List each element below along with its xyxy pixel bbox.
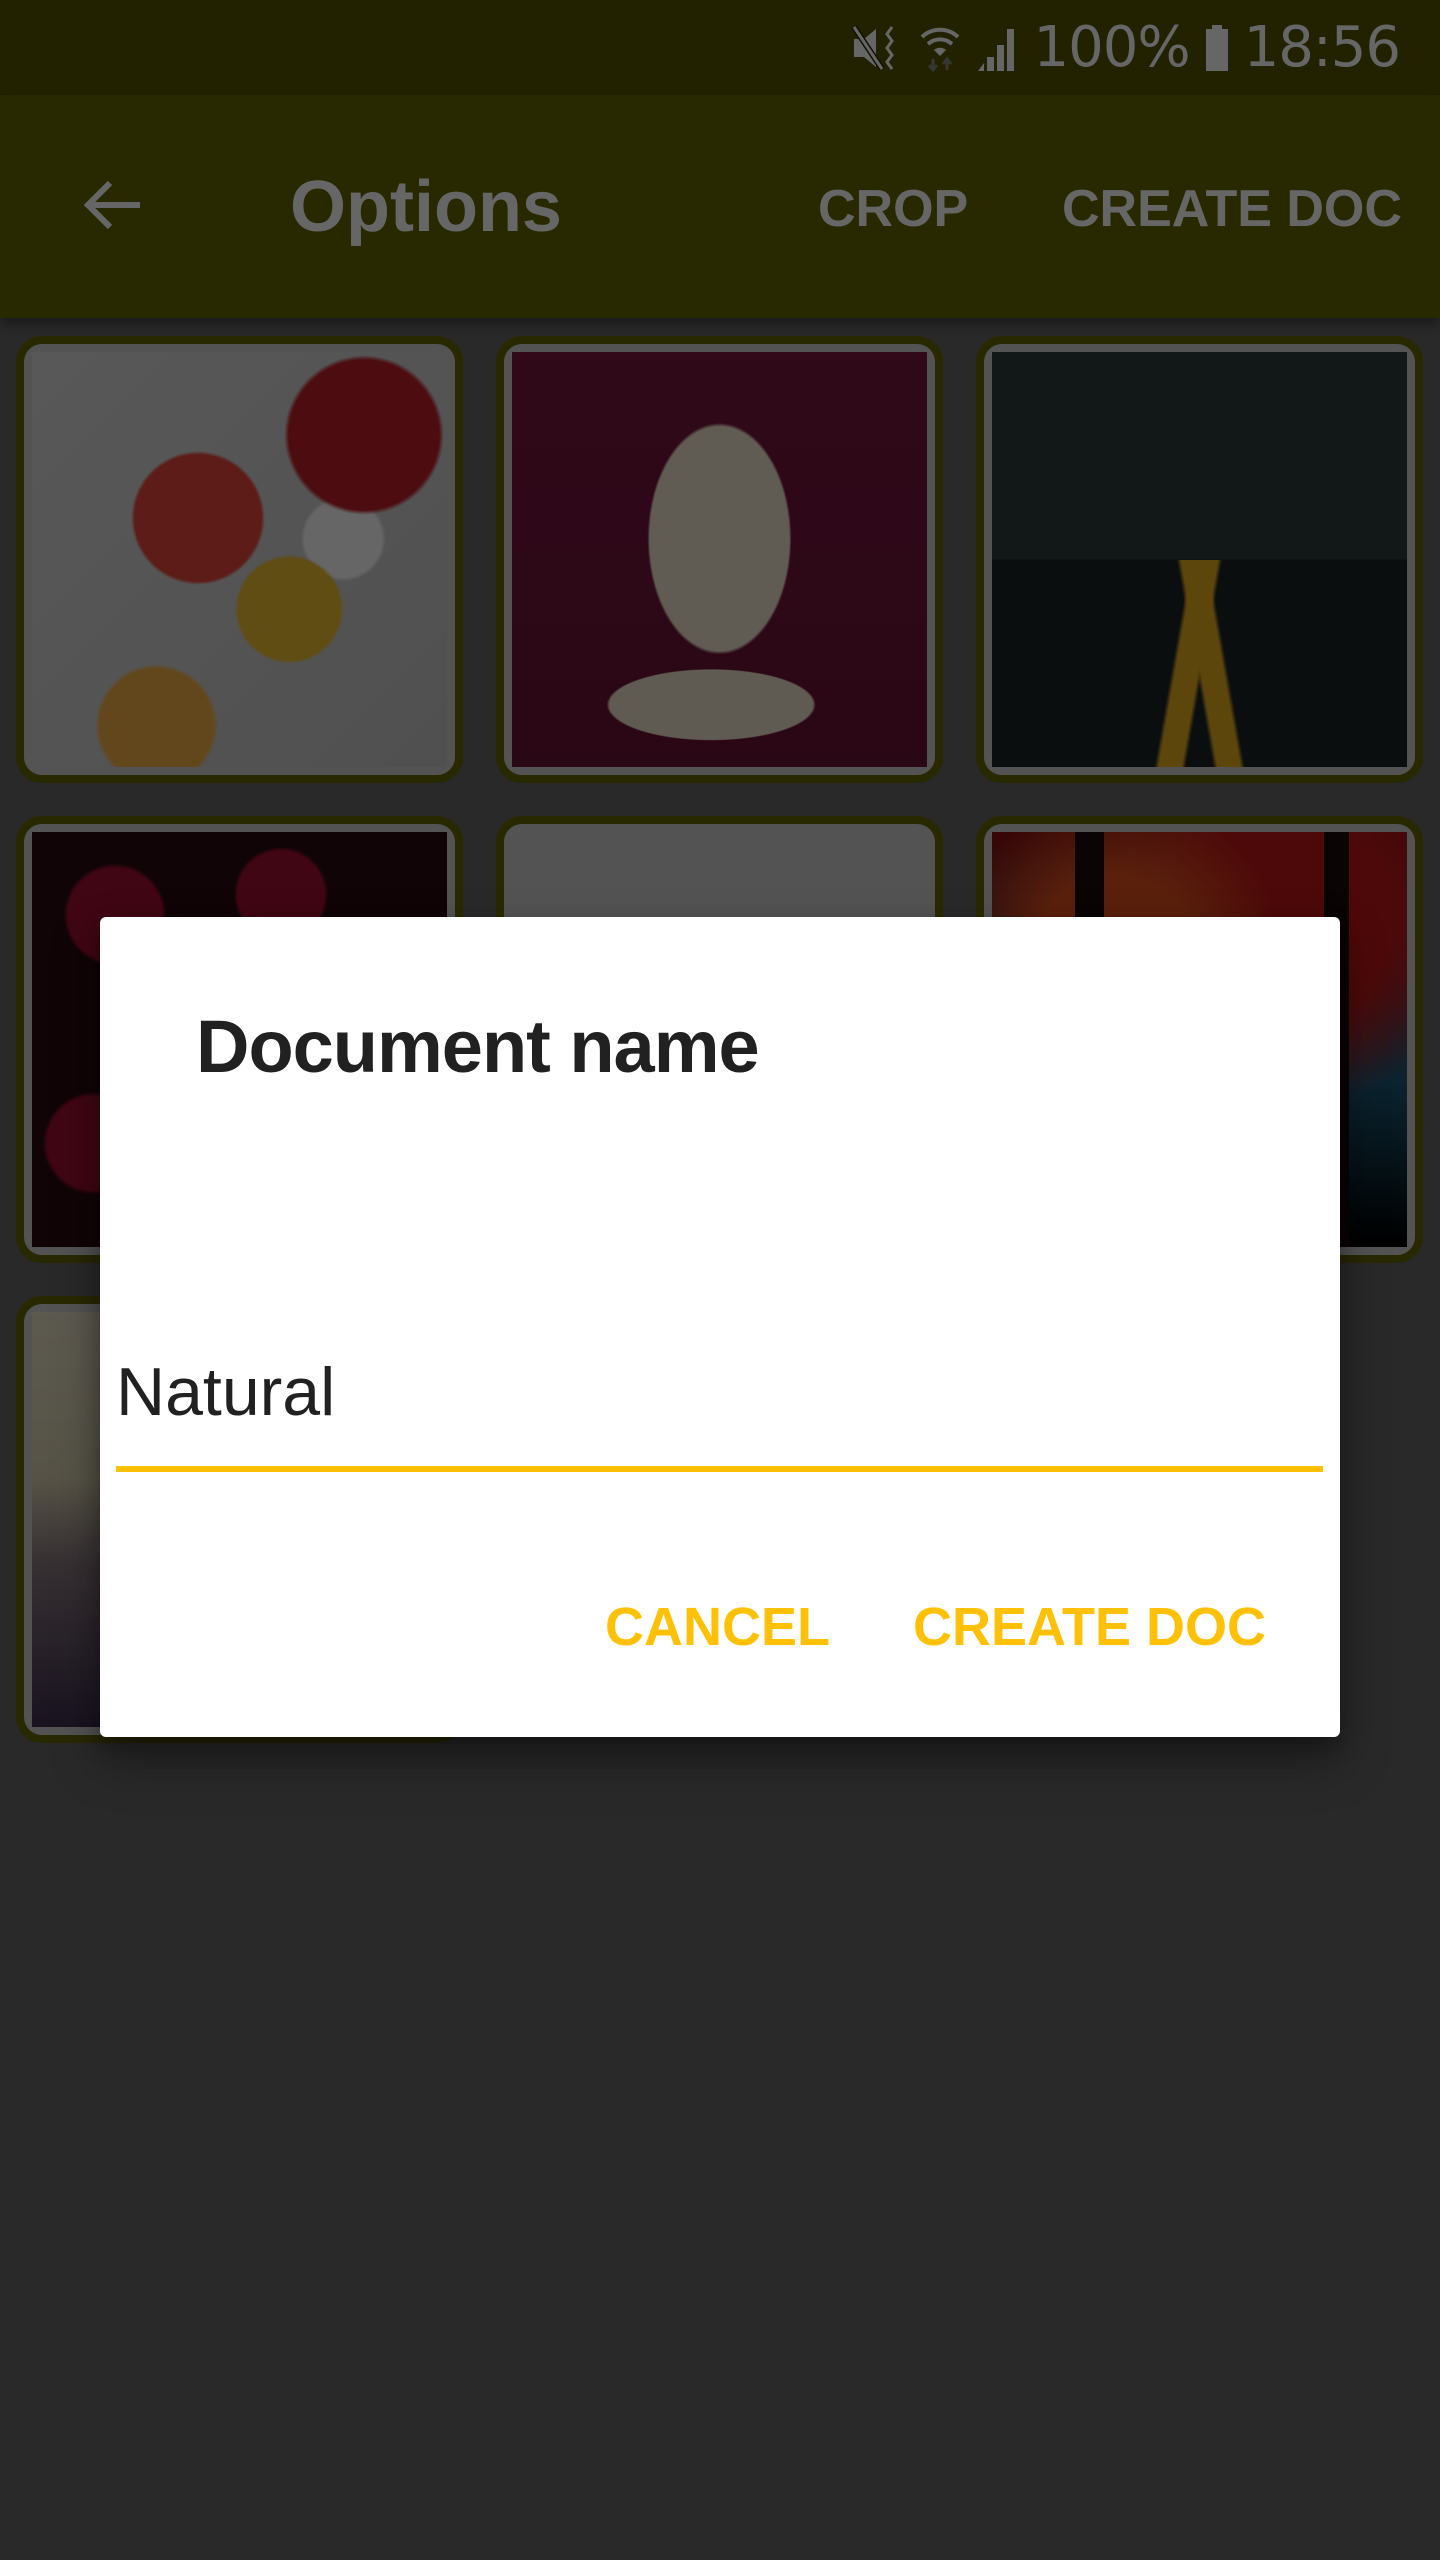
cancel-button[interactable]: CANCEL [605,1597,830,1657]
document-name-dialog: Document name CANCEL CREATE DOC [100,917,1340,1737]
create-doc-button[interactable]: CREATE DOC [913,1597,1266,1657]
dialog-title: Document name [196,1005,760,1088]
document-name-input[interactable] [116,1357,1323,1427]
input-underline [116,1466,1323,1472]
